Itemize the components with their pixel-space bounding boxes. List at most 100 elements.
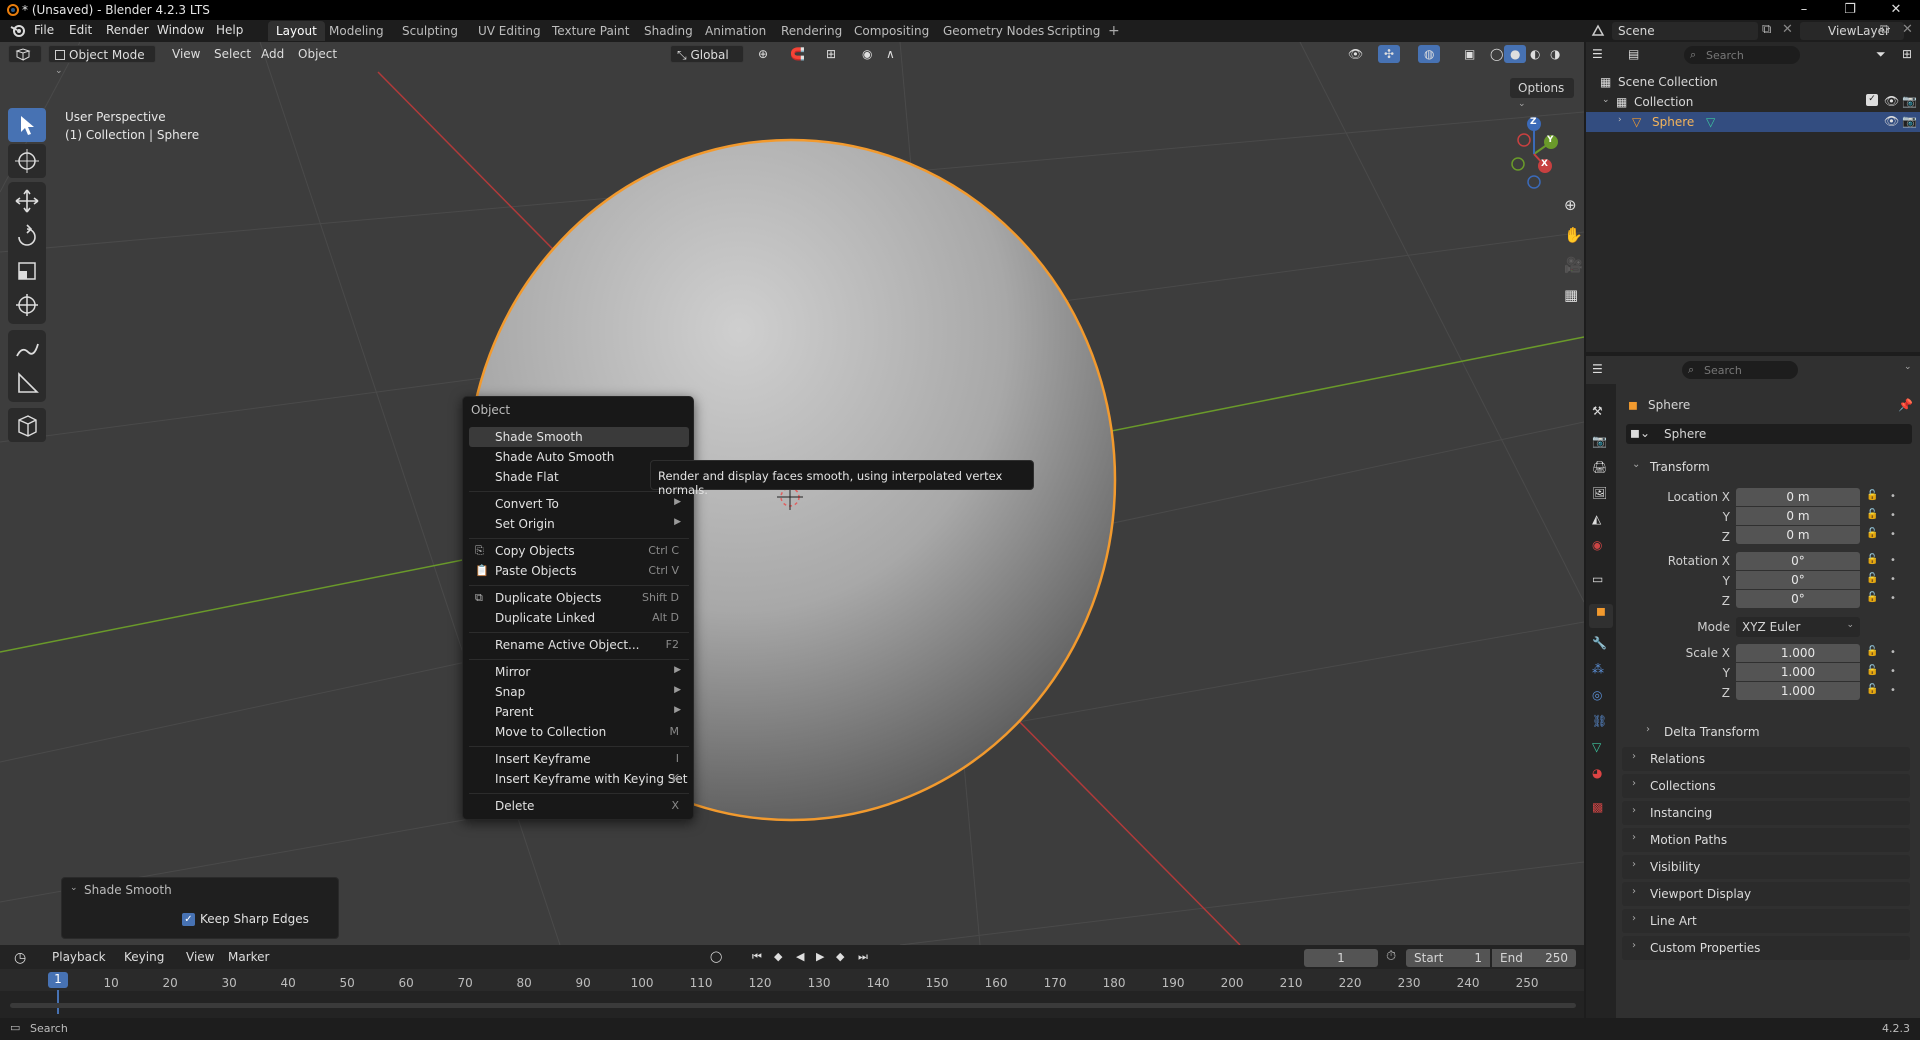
delta-transform-header[interactable]: › Delta Transform: [1636, 720, 1910, 744]
timeline-menu-view[interactable]: View: [180, 948, 220, 966]
lock-icon[interactable]: 🔓: [1866, 490, 1878, 501]
scale-z-field[interactable]: 1.000: [1736, 682, 1860, 700]
menu-item-paste-objects[interactable]: 📋 Paste Objects Ctrl V: [469, 561, 689, 581]
render-tab-icon[interactable]: 📷: [1592, 434, 1610, 452]
tab-shading[interactable]: Shading: [636, 21, 701, 41]
viewport-3d[interactable]: [0, 42, 1584, 945]
panel-collections[interactable]: › Collections: [1622, 774, 1910, 798]
keyframe-dot-icon[interactable]: •: [1890, 593, 1896, 604]
tab-modeling[interactable]: Modeling: [321, 21, 392, 41]
tab-compositing[interactable]: Compositing: [846, 21, 937, 41]
expand-chevron-icon[interactable]: ⌄: [1602, 95, 1610, 105]
tool-tab-icon[interactable]: ⚒: [1592, 404, 1610, 422]
scene-selector[interactable]: Scene: [1612, 22, 1758, 40]
menu-view[interactable]: View: [166, 45, 206, 63]
new-collection-icon[interactable]: ⊞: [1902, 47, 1912, 61]
navigation-gizmo[interactable]: Z Y X: [1494, 112, 1574, 192]
properties-editor-icon[interactable]: ☰: [1592, 362, 1603, 376]
pivot-point-icon[interactable]: ⊕: [752, 45, 774, 63]
proportional-editing-icon[interactable]: ◉: [856, 45, 878, 63]
lock-icon[interactable]: 🔓: [1866, 592, 1878, 603]
tab-rendering[interactable]: Rendering: [773, 21, 850, 41]
location-x-field[interactable]: 0 m: [1736, 488, 1860, 506]
constraints-tab-icon[interactable]: ⛓: [1592, 714, 1610, 732]
mode-dropdown[interactable]: Object Mode ⌄: [48, 45, 156, 76]
snap-target-icon[interactable]: ⊞: [820, 45, 842, 63]
menu-select[interactable]: Select: [208, 45, 257, 63]
snap-icon[interactable]: 🧲: [784, 45, 811, 63]
transform-orientation-dropdown[interactable]: ⤡ Global: [670, 45, 744, 63]
menu-edit[interactable]: Edit: [69, 23, 92, 37]
rotation-mode-dropdown[interactable]: XYZ Euler ⌄: [1736, 617, 1860, 637]
keyframe-dot-icon[interactable]: •: [1890, 685, 1896, 696]
menu-item-copy-objects[interactable]: ⎘ Copy Objects Ctrl C: [469, 541, 689, 561]
modifier-tab-icon[interactable]: 🔧: [1592, 636, 1610, 654]
menu-item-delete[interactable]: Delete X: [469, 796, 689, 816]
play-icon[interactable]: ▶: [810, 948, 830, 966]
panel-custom-properties[interactable]: › Custom Properties: [1622, 936, 1910, 960]
playhead[interactable]: [57, 990, 59, 1014]
play-reverse-icon[interactable]: ◀: [790, 948, 810, 966]
cursor-tool[interactable]: [8, 144, 46, 178]
menu-window[interactable]: Window: [157, 23, 204, 37]
menu-item-duplicate-objects[interactable]: ⧉ Duplicate Objects Shift D: [469, 588, 689, 608]
editor-type-button[interactable]: [8, 45, 42, 63]
pin-icon[interactable]: 📌: [1898, 398, 1913, 412]
lock-icon[interactable]: 🔓: [1866, 509, 1878, 520]
menu-item-insert-keyframe-keying-set[interactable]: Insert Keyframe with Keying Set K: [469, 769, 689, 789]
last-operator-title[interactable]: Shade Smooth: [84, 883, 172, 897]
scale-y-field[interactable]: 1.000: [1736, 663, 1860, 681]
scale-x-field[interactable]: 1.000: [1736, 644, 1860, 662]
rendered-shading-icon[interactable]: ◑: [1544, 45, 1566, 63]
object-name-field[interactable]: ◼⌄ Sphere: [1626, 424, 1912, 444]
select-box-tool[interactable]: [8, 108, 46, 142]
maximize-button[interactable]: ❐: [1830, 2, 1870, 17]
particles-tab-icon[interactable]: ⁂: [1592, 662, 1610, 680]
annotate-tool[interactable]: [8, 332, 46, 366]
lock-icon[interactable]: 🔓: [1866, 646, 1878, 657]
timeline-menu-keying[interactable]: Keying: [118, 948, 170, 966]
view-layer-tab-icon[interactable]: 🖼: [1592, 486, 1610, 504]
menu-item-insert-keyframe[interactable]: Insert Keyframe I: [469, 749, 689, 769]
render-camera-icon[interactable]: 📷: [1902, 94, 1917, 108]
menu-item-shade-smooth[interactable]: Shade Smooth: [469, 427, 689, 447]
menu-item-mirror[interactable]: Mirror ▶: [469, 662, 689, 682]
prev-keyframe-icon[interactable]: ◆: [768, 948, 788, 966]
menu-add[interactable]: Add: [255, 45, 290, 63]
start-frame-field[interactable]: Start 1: [1406, 949, 1490, 967]
object-tab-icon[interactable]: ◼: [1589, 604, 1613, 628]
menu-item-duplicate-linked[interactable]: Duplicate Linked Alt D: [469, 608, 689, 628]
menu-item-rename-active-object[interactable]: Rename Active Object... F2: [469, 635, 689, 655]
zoom-icon[interactable]: ⊕: [1564, 196, 1577, 214]
rotation-x-field[interactable]: 0°: [1736, 552, 1860, 570]
playhead-frame-label[interactable]: 1: [48, 972, 68, 988]
mesh-data-tab-icon[interactable]: ▽: [1592, 740, 1610, 758]
lock-icon[interactable]: 🔓: [1866, 554, 1878, 565]
panel-visibility[interactable]: › Visibility: [1622, 855, 1910, 879]
transform-tool[interactable]: [8, 288, 46, 322]
location-z-field[interactable]: 0 m: [1736, 526, 1860, 544]
add-workspace-icon[interactable]: +: [1108, 23, 1120, 39]
menu-object[interactable]: Object: [292, 45, 343, 63]
ortho-toggle-icon[interactable]: ▦: [1564, 286, 1578, 304]
menu-render[interactable]: Render: [106, 23, 149, 37]
keyframe-dot-icon[interactable]: •: [1890, 491, 1896, 502]
timeline-menu-playback[interactable]: Playback: [46, 948, 112, 966]
move-tool[interactable]: [8, 184, 46, 218]
keyframe-dot-icon[interactable]: •: [1890, 574, 1896, 585]
menu-item-move-to-collection[interactable]: Move to Collection M: [469, 722, 689, 742]
rotate-tool[interactable]: [8, 220, 46, 254]
end-frame-field[interactable]: End 250: [1492, 949, 1576, 967]
lock-icon[interactable]: 🔓: [1866, 528, 1878, 539]
keyframe-dot-icon[interactable]: •: [1890, 666, 1896, 677]
tab-texture-paint[interactable]: Texture Paint: [544, 21, 637, 41]
tab-layout[interactable]: Layout: [268, 21, 325, 41]
panel-motion-paths[interactable]: › Motion Paths: [1622, 828, 1910, 852]
gizmo-toggle-icon[interactable]: ✣: [1378, 45, 1401, 63]
measure-tool[interactable]: [8, 366, 46, 400]
menu-item-set-origin[interactable]: Set Origin ▶: [469, 514, 689, 534]
outliner-editor-icon[interactable]: ☰: [1592, 47, 1603, 61]
outliner-search-input[interactable]: ⌕ Search: [1684, 46, 1800, 64]
render-camera-icon[interactable]: 📷: [1902, 114, 1917, 128]
texture-tab-icon[interactable]: ▩: [1592, 800, 1610, 818]
